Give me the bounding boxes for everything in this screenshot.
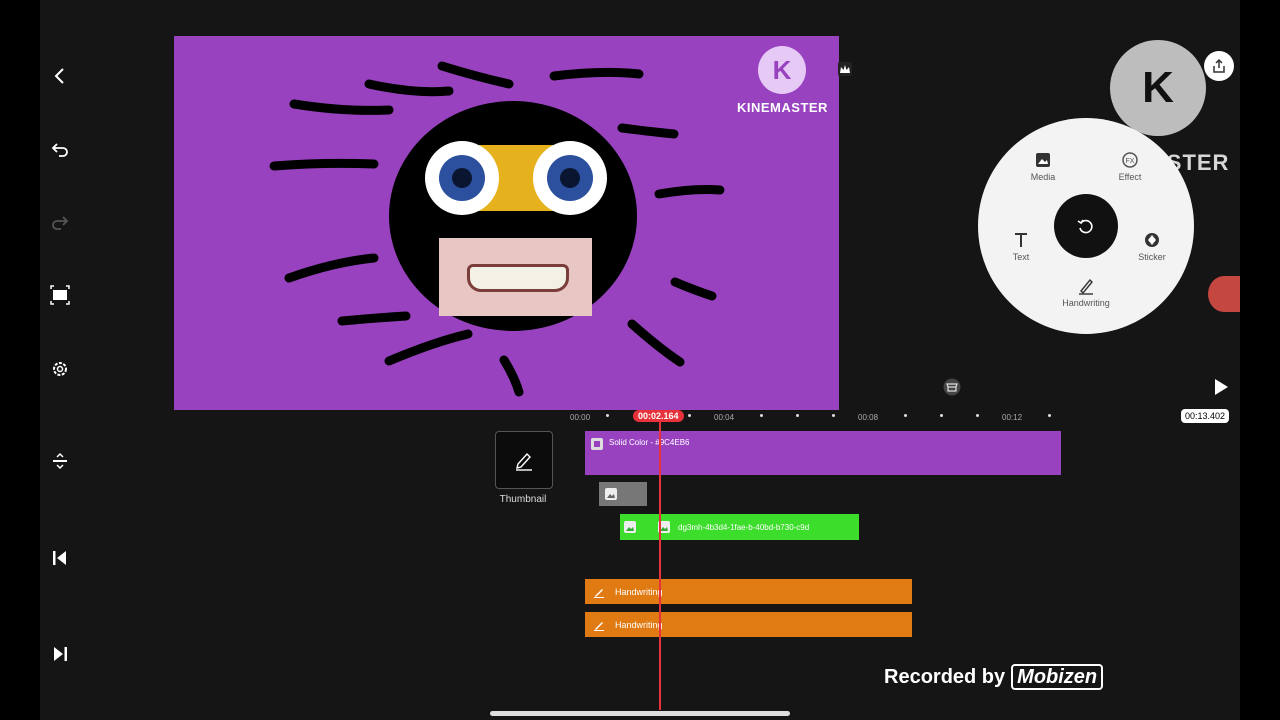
current-time: 00:02.164 xyxy=(633,410,684,422)
effect-button[interactable]: FX Effect xyxy=(1095,150,1165,182)
recorder-watermark: Recorded by Mobizen xyxy=(884,664,1104,690)
character-face xyxy=(389,101,637,331)
share-icon xyxy=(1213,58,1225,73)
thumbnail-label: Thumbnail xyxy=(499,494,547,505)
watermark-logo-icon: K xyxy=(758,46,806,94)
sticker-icon xyxy=(1145,233,1159,247)
expand-tracks-button[interactable] xyxy=(40,441,80,481)
share-button[interactable] xyxy=(1204,51,1234,81)
kinemaster-watermark: K KINEMASTER xyxy=(737,46,827,115)
redo-icon xyxy=(52,216,69,230)
playhead[interactable] xyxy=(659,420,661,710)
green-image-clip[interactable]: dg3mh-4b3d4-1fae-b-40bd-b730-c9d xyxy=(620,514,859,540)
back-button[interactable] xyxy=(40,56,80,96)
rotate-icon xyxy=(1077,219,1093,234)
capture-frame-icon xyxy=(50,285,70,305)
redo-button[interactable] xyxy=(40,202,80,242)
solid-color-clip[interactable]: Solid Color - #9C4EB6 xyxy=(585,431,1061,475)
store-icon xyxy=(943,378,961,396)
video-preview[interactable]: K KINEMASTER xyxy=(174,36,839,410)
rotate-button[interactable] xyxy=(1054,194,1118,258)
media-button[interactable]: Media xyxy=(1008,150,1078,182)
gear-icon xyxy=(53,362,67,376)
premium-crown-icon[interactable] xyxy=(838,62,852,76)
asset-store-button[interactable] xyxy=(938,375,966,399)
expand-tracks-icon xyxy=(53,452,67,470)
skip-start-icon xyxy=(53,551,66,565)
kinemaster-editor: K KINEMASTER K KINEMASTER Media FX Effec… xyxy=(40,0,1240,720)
svg-text:FX: FX xyxy=(1126,158,1135,165)
image-clip-short[interactable] xyxy=(599,482,647,506)
capture-button[interactable] xyxy=(40,275,80,315)
recording-badge[interactable] xyxy=(1208,276,1240,312)
image-icon xyxy=(605,488,617,500)
handwriting-icon xyxy=(594,621,604,631)
play-icon xyxy=(1215,379,1228,395)
text-button[interactable]: Text xyxy=(986,230,1056,262)
undo-button[interactable] xyxy=(40,129,80,169)
text-icon xyxy=(1015,233,1027,247)
handwriting-icon xyxy=(1079,278,1093,295)
settings-button[interactable] xyxy=(40,349,80,389)
sticker-button[interactable]: Sticker xyxy=(1117,230,1187,262)
undo-icon xyxy=(51,143,68,157)
solid-color-icon xyxy=(591,438,603,450)
skip-end-button[interactable] xyxy=(40,634,80,674)
mouth-image xyxy=(439,238,592,316)
skip-end-icon xyxy=(54,647,67,661)
handwriting-clip[interactable]: Handwriting xyxy=(585,612,912,637)
pencil-icon xyxy=(516,452,532,471)
radial-menu: Media FX Effect Text Sticker Handwriting xyxy=(978,118,1194,334)
home-indicator[interactable] xyxy=(490,711,790,716)
mobizen-logo: Mobizen xyxy=(1011,664,1104,690)
skip-start-button[interactable] xyxy=(40,538,80,578)
play-button[interactable] xyxy=(1210,376,1232,398)
effect-icon: FX xyxy=(1122,152,1138,168)
image-icon xyxy=(624,521,636,533)
handwriting-icon xyxy=(594,588,604,598)
media-icon xyxy=(1036,153,1050,167)
chevron-left-icon xyxy=(54,68,64,84)
kinemaster-logo: K xyxy=(1110,40,1206,136)
thumbnail-button[interactable] xyxy=(495,431,553,489)
handwriting-button[interactable]: Handwriting xyxy=(1051,276,1121,308)
total-duration: 00:13.402 xyxy=(1181,409,1230,423)
handwriting-clip[interactable]: Handwriting xyxy=(585,579,912,604)
eyes-image xyxy=(425,141,607,215)
